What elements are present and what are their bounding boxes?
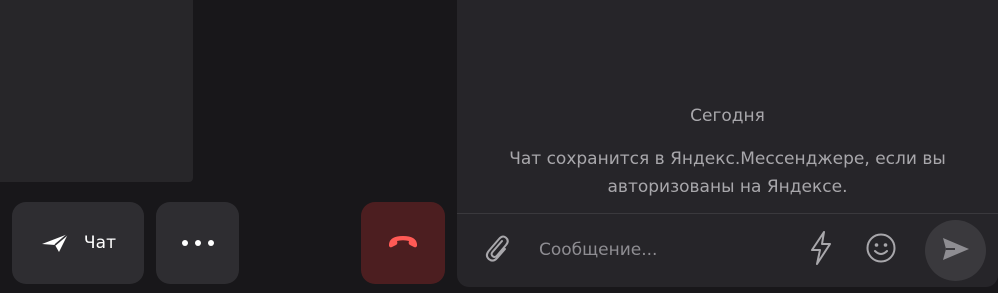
hang-up-button[interactable] xyxy=(361,202,445,284)
three-dots-icon xyxy=(181,240,214,246)
date-separator: Сегодня xyxy=(690,106,765,126)
chat-button-label: Чат xyxy=(83,233,117,253)
send-button[interactable] xyxy=(925,220,986,281)
chat-button[interactable]: Чат xyxy=(12,202,144,284)
paper-plane-icon xyxy=(40,232,70,254)
more-options-button[interactable] xyxy=(156,202,239,284)
emoji-button[interactable] xyxy=(863,232,899,268)
phone-hangup-icon xyxy=(387,233,419,253)
paperclip-icon xyxy=(483,233,511,267)
attach-button[interactable] xyxy=(479,232,515,268)
message-input[interactable] xyxy=(539,234,789,266)
composer-divider xyxy=(457,213,998,214)
chat-panel: Сегодня Чат сохранится в Яндекс.Мессендж… xyxy=(457,0,998,287)
smile-icon xyxy=(865,232,897,268)
system-message: Чат сохранится в Яндекс.Мессенджере, есл… xyxy=(509,149,946,197)
lightning-icon xyxy=(808,230,834,270)
send-arrow-icon xyxy=(941,236,971,266)
participant-video-tile xyxy=(0,0,193,182)
quick-replies-button[interactable] xyxy=(803,230,839,270)
video-call-screen: Чат Сегодня Чат сохранится в Яндекс.Месс… xyxy=(0,0,998,293)
